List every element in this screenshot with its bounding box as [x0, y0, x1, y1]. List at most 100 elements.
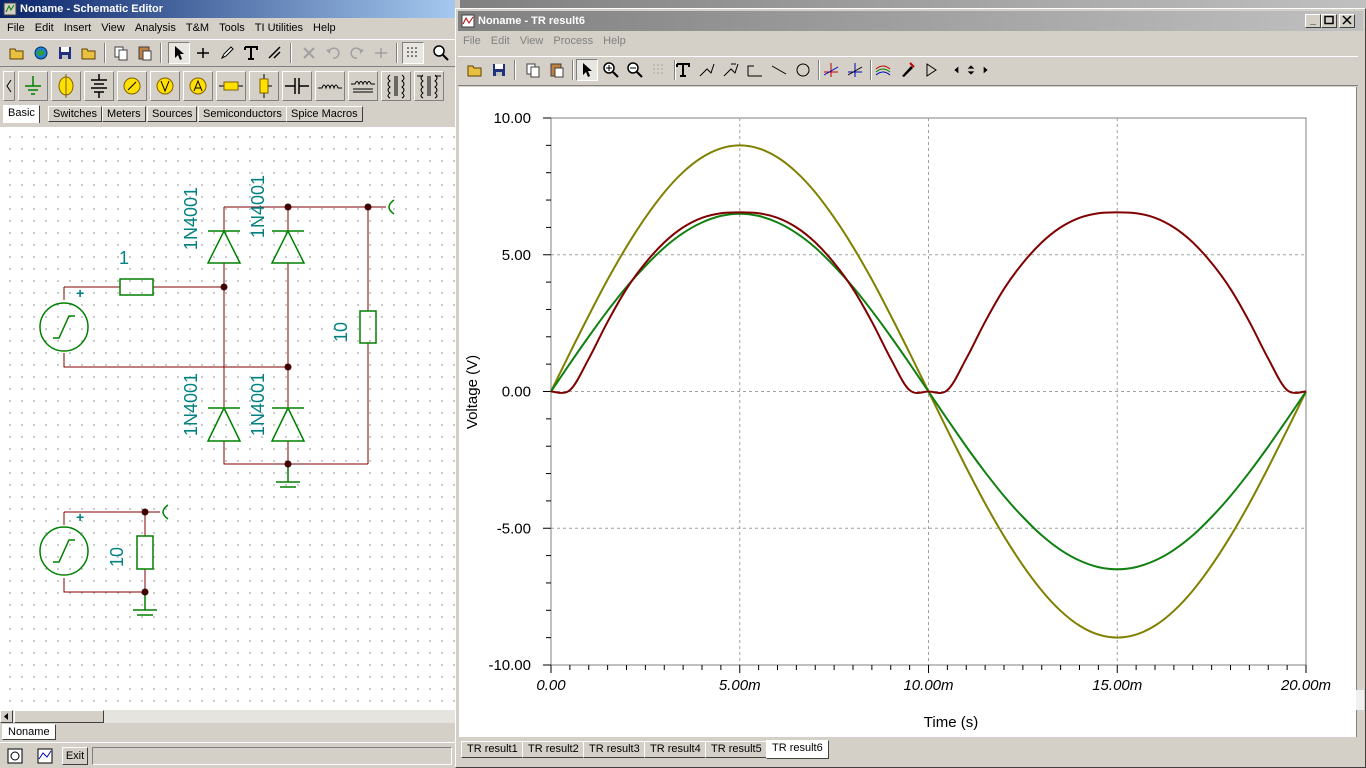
- pencil-tool-button[interactable]: [216, 42, 238, 64]
- result-titlebar[interactable]: Noname - TR result6: [458, 11, 1363, 31]
- ideal-transformer-component[interactable]: [414, 71, 444, 101]
- copy-button[interactable]: [110, 42, 132, 64]
- menu-help[interactable]: Help: [308, 19, 341, 38]
- ground-component[interactable]: [18, 71, 48, 101]
- wire-tool-button[interactable]: [192, 42, 214, 64]
- result-grid-button[interactable]: [648, 59, 670, 81]
- coupled-inductor-component[interactable]: [381, 71, 411, 101]
- play-button[interactable]: [920, 59, 942, 81]
- paste-button[interactable]: [134, 42, 156, 64]
- result-copy-button[interactable]: [522, 59, 544, 81]
- menu-tm[interactable]: T&M: [181, 19, 214, 38]
- result-open-button[interactable]: [464, 59, 486, 81]
- zoom-out-button[interactable]: [624, 59, 646, 81]
- diode-bottom-left-label[interactable]: 1N4001: [181, 373, 202, 461]
- schematic-view-button[interactable]: [4, 745, 26, 767]
- undo-button[interactable]: [322, 42, 344, 64]
- node-button[interactable]: [370, 42, 392, 64]
- menu-tools[interactable]: Tools: [214, 19, 250, 38]
- result-tab-1[interactable]: TR result1: [461, 741, 524, 758]
- menu-analysis[interactable]: Analysis: [130, 19, 181, 38]
- cursor-a-button[interactable]: [820, 59, 842, 81]
- diode-top-right-label[interactable]: 1N4001: [248, 175, 269, 263]
- scroll-left-arrow[interactable]: [0, 710, 13, 723]
- chart-area[interactable]: 0.00 5.00m 10.00m 15.00m 20.00m 10.00 5.00 0.00…: [459, 87, 1356, 737]
- palette-tab-sources[interactable]: Sources: [147, 106, 198, 122]
- minimize-button[interactable]: _: [1305, 14, 1321, 28]
- palette-tab-switches[interactable]: Switches: [48, 106, 103, 122]
- open-folder-2-button[interactable]: [78, 42, 100, 64]
- close-button[interactable]: [1339, 14, 1355, 28]
- voltmeter-component[interactable]: [117, 71, 147, 101]
- capacitor-component[interactable]: [282, 71, 312, 101]
- second-load-resistor-label[interactable]: 10: [107, 543, 128, 567]
- scroll-updown-button[interactable]: [964, 59, 978, 81]
- result-save-button[interactable]: [488, 59, 510, 81]
- result-select-button[interactable]: [576, 59, 598, 81]
- schematic-hscrollbar[interactable]: [0, 710, 455, 723]
- result-tab-6[interactable]: TR result6: [766, 740, 829, 759]
- result-paste-button[interactable]: [546, 59, 568, 81]
- diode-top-left-label[interactable]: 1N4001: [181, 187, 202, 275]
- schematic-titlebar[interactable]: Noname - Schematic Editor: [0, 0, 460, 18]
- add-curves-button[interactable]: [872, 59, 894, 81]
- schematic-tab-noname[interactable]: Noname: [2, 724, 56, 740]
- inductor-component[interactable]: [315, 71, 345, 101]
- marker-button[interactable]: [896, 59, 918, 81]
- menu-ti-utilities[interactable]: TI Utilities: [250, 19, 308, 38]
- menu-insert[interactable]: Insert: [59, 19, 97, 38]
- dimension-button[interactable]: [744, 59, 766, 81]
- select-tool-button[interactable]: [168, 42, 190, 64]
- web-button[interactable]: [30, 42, 52, 64]
- redo-button[interactable]: [346, 42, 368, 64]
- save-button[interactable]: [54, 42, 76, 64]
- result-tab-5[interactable]: TR result5: [705, 741, 768, 758]
- palette-tab-basic[interactable]: Basic: [3, 105, 40, 123]
- result-menu-process[interactable]: Process: [548, 32, 598, 51]
- diode-bottom-right-label[interactable]: 1N4001: [248, 373, 269, 461]
- v-meter-component[interactable]: [150, 71, 180, 101]
- circle-draw-button[interactable]: [792, 59, 814, 81]
- maximize-button[interactable]: [1321, 14, 1337, 28]
- menu-edit[interactable]: Edit: [30, 19, 59, 38]
- result-vscrollbar[interactable]: [1356, 87, 1364, 737]
- potentiometer-component[interactable]: [249, 71, 279, 101]
- result-tab-3[interactable]: TR result3: [583, 741, 646, 758]
- curve-label-button[interactable]: [696, 59, 718, 81]
- ammeter-component[interactable]: [183, 71, 213, 101]
- scroll-thumb[interactable]: [14, 710, 104, 723]
- menu-file[interactable]: File: [2, 19, 30, 38]
- transformer-component[interactable]: [348, 71, 378, 101]
- battery-component[interactable]: [51, 71, 81, 101]
- load-resistor-label[interactable]: 10: [331, 318, 352, 342]
- delete-button[interactable]: [298, 42, 320, 64]
- result-text-button[interactable]: [672, 59, 694, 81]
- result-tab-4[interactable]: TR result4: [644, 741, 707, 758]
- resistor-1-label[interactable]: 1: [119, 248, 129, 269]
- scroll-left-button[interactable]: [950, 59, 964, 81]
- result-menu-file[interactable]: File: [458, 32, 486, 51]
- grid-toggle-button[interactable]: [402, 42, 424, 64]
- schematic-canvas[interactable]: + + 1 1N4001 1N4001 1N4001 1N4001 10 10: [0, 127, 455, 710]
- zoom-button[interactable]: [430, 42, 452, 64]
- diagram-view-button[interactable]: [34, 745, 56, 767]
- palette-tab-semiconductors[interactable]: Semiconductors: [198, 106, 287, 122]
- dc-source-component[interactable]: [84, 71, 114, 101]
- palette-scroll-left[interactable]: [3, 71, 15, 101]
- line-draw-button[interactable]: [768, 59, 790, 81]
- exit-button[interactable]: Exit: [62, 747, 88, 765]
- zoom-in-button[interactable]: [600, 59, 622, 81]
- curve-tag-button[interactable]: [720, 59, 742, 81]
- result-menu-edit[interactable]: Edit: [486, 32, 515, 51]
- cursor-b-button[interactable]: [844, 59, 866, 81]
- result-menu-help[interactable]: Help: [598, 32, 631, 51]
- open-button[interactable]: [6, 42, 28, 64]
- menu-view[interactable]: View: [96, 19, 130, 38]
- result-tab-2[interactable]: TR result2: [522, 741, 585, 758]
- text-tool-button[interactable]: [240, 42, 262, 64]
- resistor-component[interactable]: [216, 71, 246, 101]
- scroll-right-button[interactable]: [978, 59, 992, 81]
- route-tool-button[interactable]: [264, 42, 286, 64]
- palette-tab-spice-macros[interactable]: Spice Macros: [286, 106, 363, 122]
- palette-tab-meters[interactable]: Meters: [102, 106, 146, 122]
